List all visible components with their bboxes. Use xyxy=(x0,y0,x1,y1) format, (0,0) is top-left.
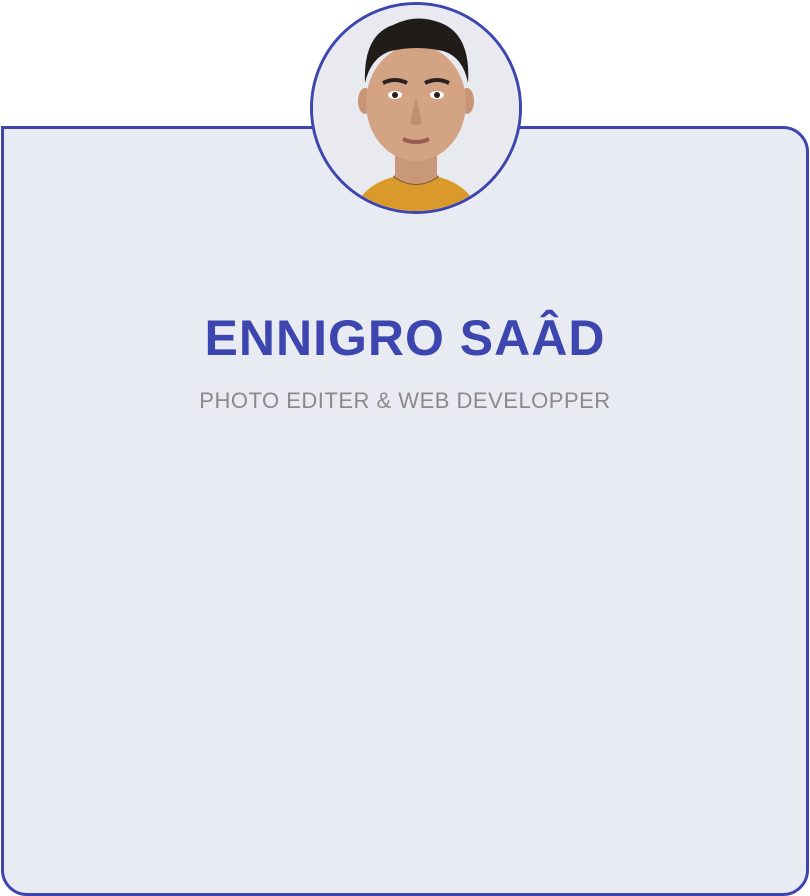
profile-stage: ENNIGRO SAÂD PHOTO EDITER & WEB DEVELOPP… xyxy=(0,0,810,896)
avatar xyxy=(310,2,522,214)
profile-card xyxy=(1,126,809,896)
profile-name: ENNIGRO SAÂD xyxy=(204,310,606,366)
profile-role: PHOTO EDITER & WEB DEVELOPPER xyxy=(199,388,611,413)
profile-photo-icon xyxy=(313,5,519,211)
